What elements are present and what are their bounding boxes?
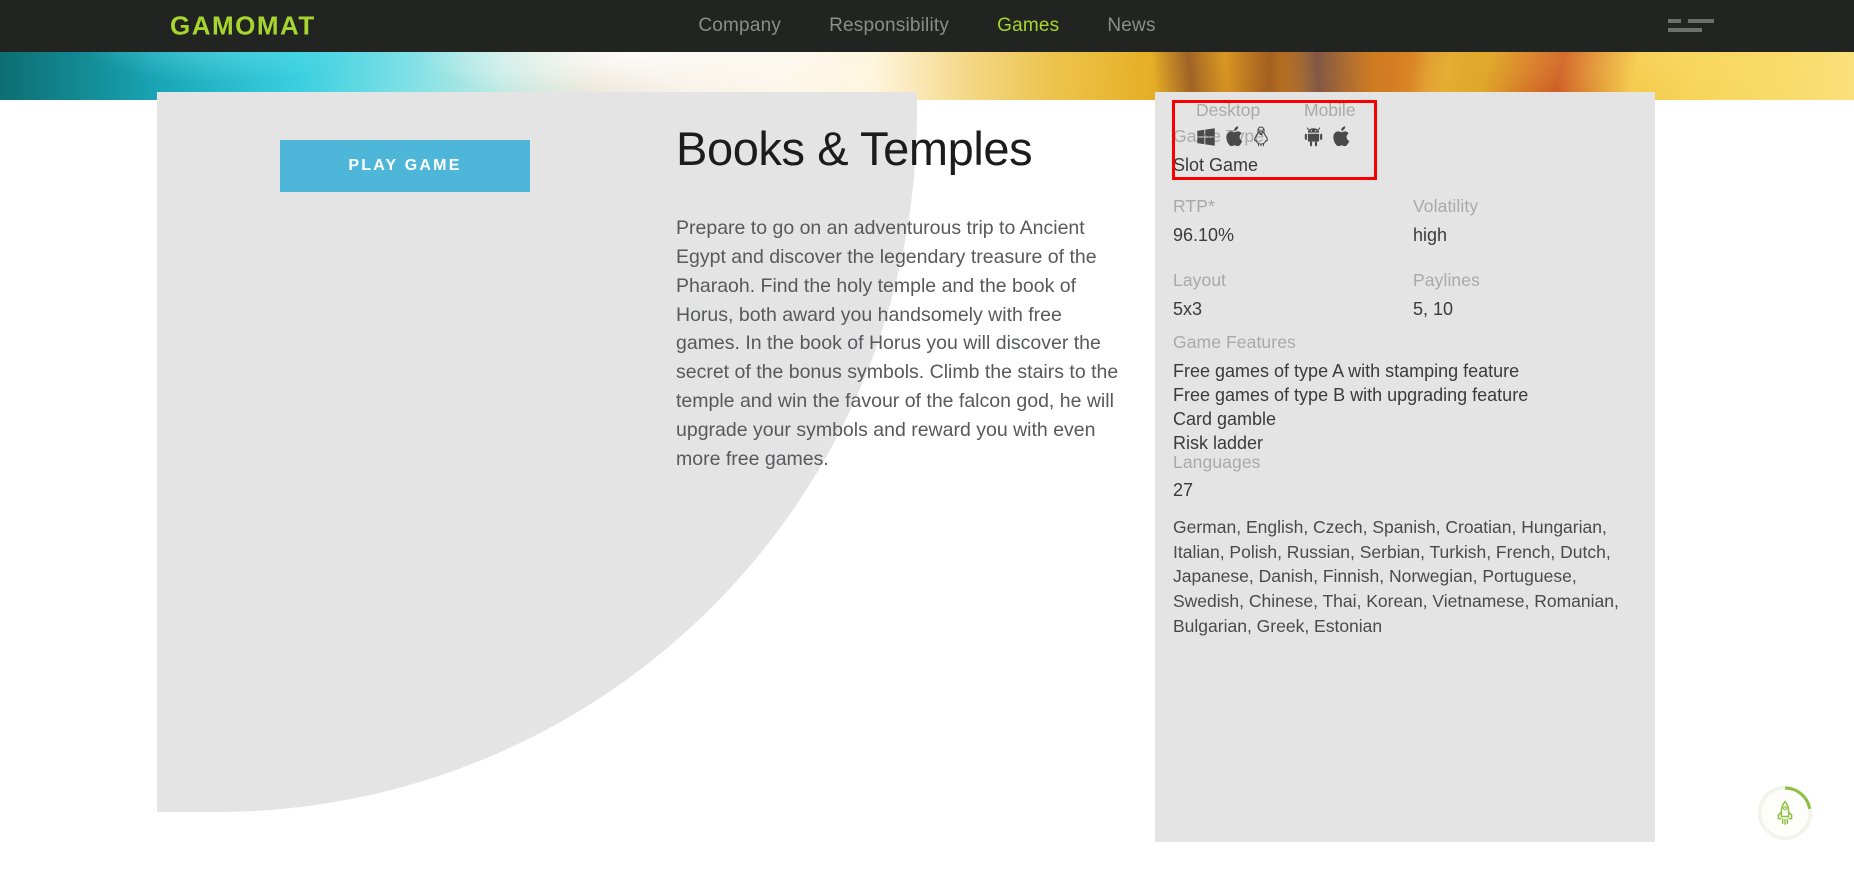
game-feature-item: Card gamble <box>1173 408 1277 429</box>
platform-group-mobile: Mobile <box>1304 100 1356 147</box>
game-feature-item: Free games of type A with stamping featu… <box>1173 360 1520 381</box>
layout-value: 5x3 <box>1173 298 1203 319</box>
rtp-value: 96.10% <box>1173 224 1235 245</box>
nav-item-news[interactable]: News <box>1107 15 1155 37</box>
game-features-label: Game Features <box>1173 332 1296 352</box>
linux-icon <box>1254 126 1268 147</box>
field-rtp: RTP* 96.10% <box>1173 196 1413 247</box>
desktop-label: Desktop <box>1196 100 1261 120</box>
scroll-to-top-rocket-widget[interactable] <box>1758 786 1812 840</box>
hamburger-bar-long <box>1688 19 1714 23</box>
nav-item-responsibility[interactable]: Responsibility <box>829 15 949 37</box>
rtp-label: RTP* <box>1173 196 1215 216</box>
main-navigation: Company Responsibility Games News <box>698 15 1155 37</box>
android-icon <box>1304 127 1323 147</box>
languages-list: German, English, Czech, Spanish, Croatia… <box>1173 516 1619 636</box>
platform-support: Desktop Mobile <box>1196 100 1446 147</box>
field-volatility: Volatility high <box>1413 196 1653 247</box>
layout-label: Layout <box>1173 270 1227 290</box>
platform-group-desktop: Desktop <box>1196 100 1270 147</box>
field-paylines: Paylines 5, 10 <box>1413 270 1653 321</box>
page-title: Books & Temples <box>676 122 1033 175</box>
languages-count: 27 <box>1173 479 1194 500</box>
windows-icon <box>1197 127 1215 146</box>
volatility-value: high <box>1413 224 1448 245</box>
paylines-label: Paylines <box>1413 270 1480 290</box>
mobile-label: Mobile <box>1304 100 1356 120</box>
game-description: Prepare to go on an adventurous trip to … <box>676 217 1119 470</box>
play-game-button[interactable]: PLAY GAME <box>280 140 530 192</box>
nav-item-company[interactable]: Company <box>698 15 781 37</box>
hamburger-icon[interactable] <box>1668 16 1714 36</box>
languages-label: Languages <box>1173 452 1261 472</box>
hamburger-bar-bottom <box>1668 28 1702 32</box>
site-logo[interactable]: GAMOMAT <box>170 11 316 42</box>
game-content-column: Books & Temples Prepare to go on an adve… <box>676 92 1146 474</box>
field-languages: Languages 27 German, English, Czech, Spa… <box>1173 452 1643 638</box>
apple-icon <box>1226 126 1243 147</box>
page-root: GAMOMAT Company Responsibility Games New… <box>0 0 1854 892</box>
game-features-list: Free games of type A with stamping featu… <box>1173 360 1633 456</box>
field-layout: Layout 5x3 <box>1173 270 1413 321</box>
platform-groups: Desktop Mobile <box>1196 100 1446 147</box>
rocket-icon <box>1758 786 1812 840</box>
apple-icon <box>1333 126 1350 147</box>
field-row-layout-paylines: Layout 5x3 Paylines 5, 10 <box>1173 270 1653 321</box>
nav-item-games[interactable]: Games <box>997 15 1059 37</box>
field-row-rtp-volatility: RTP* 96.10% Volatility high <box>1173 196 1653 247</box>
desktop-icons <box>1196 126 1270 147</box>
top-navigation-bar: GAMOMAT Company Responsibility Games New… <box>0 0 1854 52</box>
paylines-value: 5, 10 <box>1413 298 1454 319</box>
game-info-inner: Game Type Slot Game RTP* 96.10% Volatili… <box>1155 92 1655 842</box>
hamburger-bar-short <box>1668 19 1681 23</box>
mobile-icons <box>1304 126 1356 147</box>
game-feature-item: Free games of type B with upgrading feat… <box>1173 384 1529 405</box>
field-game-features: Game Features Free games of type A with … <box>1173 332 1633 456</box>
game-info-panel: Game Type Slot Game RTP* 96.10% Volatili… <box>1155 92 1655 842</box>
volatility-label: Volatility <box>1413 196 1479 216</box>
